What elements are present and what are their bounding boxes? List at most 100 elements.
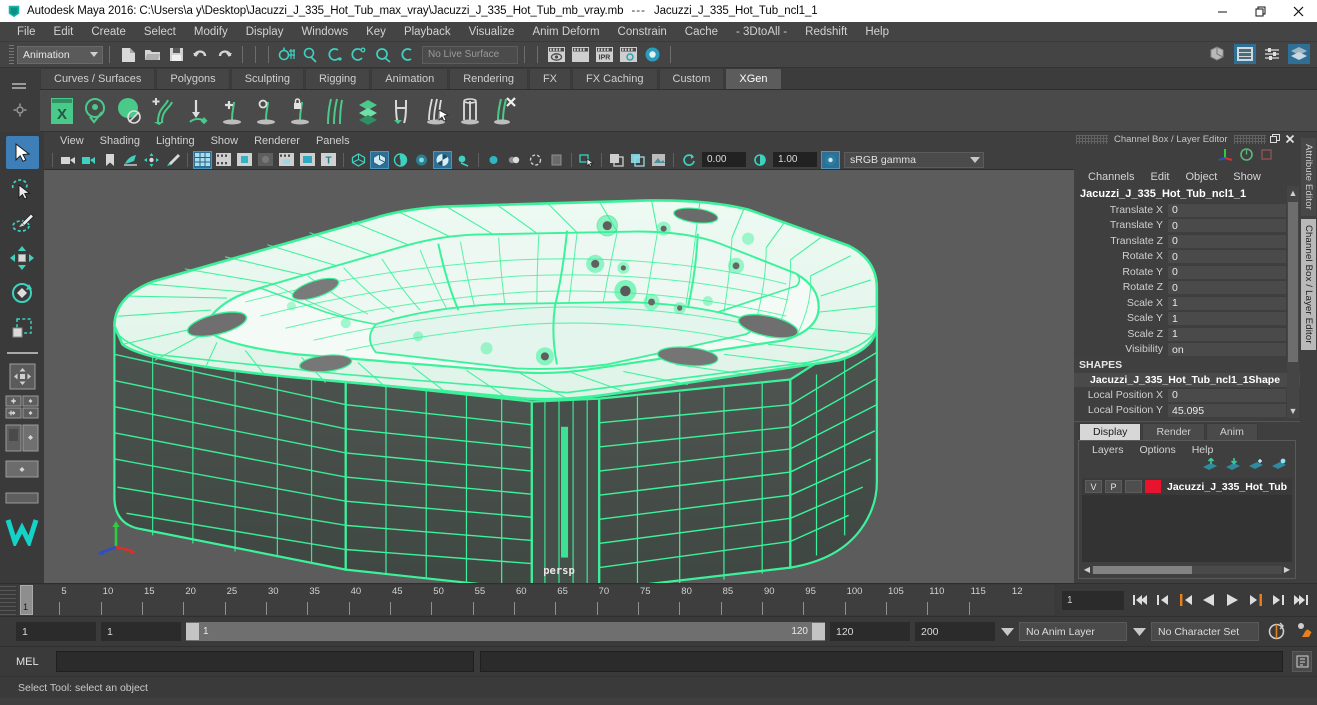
current-time-indicator[interactable]: 1	[20, 585, 33, 615]
redo-icon[interactable]	[213, 45, 235, 65]
menuset-selector[interactable]: Animation	[17, 45, 103, 64]
new-scene-icon[interactable]	[117, 45, 139, 65]
time-slider-grip[interactable]	[0, 584, 16, 616]
toggle-safe-action-icon[interactable]	[298, 151, 317, 169]
layout-single-persp[interactable]	[5, 456, 39, 482]
snap-to-view-plane-icon[interactable]	[372, 45, 394, 65]
toggle-text-overlay-icon[interactable]: T	[319, 151, 338, 169]
color-management-toggle-icon[interactable]	[821, 150, 840, 169]
xgen-hair-circle-icon[interactable]	[249, 93, 283, 129]
play-forwards-button[interactable]	[1222, 588, 1242, 612]
viewport-3d-canvas[interactable]: persp	[44, 170, 1074, 583]
xgen-add-groom-icon[interactable]	[147, 93, 181, 129]
scroll-track[interactable]	[1092, 565, 1282, 574]
select-camera-icon[interactable]	[58, 151, 77, 169]
menu-redshift[interactable]: Redshift	[796, 24, 856, 40]
layout-outliner-persp[interactable]	[5, 423, 39, 453]
menu-cache[interactable]: Cache	[676, 24, 727, 40]
anim-layer-dropdown-icon[interactable]	[1000, 627, 1014, 636]
menu-modify[interactable]: Modify	[185, 24, 237, 40]
xray-joints-icon[interactable]	[628, 151, 647, 169]
snap-to-curve-icon[interactable]	[300, 45, 322, 65]
shelf-tab-fx[interactable]: FX	[528, 68, 572, 89]
manipulator-rotate-icon[interactable]	[1239, 147, 1254, 167]
save-scene-icon[interactable]	[165, 45, 187, 65]
xgen-select-guides-icon[interactable]	[419, 93, 453, 129]
channel-value[interactable]: 0	[1168, 387, 1286, 402]
menu-select[interactable]: Select	[135, 24, 185, 40]
show-hide-tool-settings-icon[interactable]	[1261, 44, 1283, 64]
tool-paint-select[interactable]	[6, 206, 39, 239]
xgen-layers-icon[interactable]	[351, 93, 385, 129]
statusline-grip[interactable]	[9, 45, 14, 64]
tool-select[interactable]	[5, 136, 39, 169]
list-item[interactable]: V P Jacuzzi_J_335_Hot_Tub	[1082, 478, 1292, 495]
tab-display-layers[interactable]: Display	[1079, 423, 1142, 440]
live-surface-field[interactable]: No Live Surface	[422, 45, 518, 64]
toggle-film-gate-icon[interactable]	[214, 151, 233, 169]
range-end-handle[interactable]	[812, 623, 825, 640]
tool-rotate[interactable]	[6, 276, 39, 309]
character-set-dropdown-icon[interactable]	[1132, 627, 1146, 636]
go-to-start-button[interactable]	[1130, 588, 1150, 612]
channel-value[interactable]: 1	[1168, 311, 1286, 326]
tool-lasso-select[interactable]	[6, 171, 39, 204]
close-panel-icon[interactable]	[1284, 133, 1296, 145]
shelf-tab-custom[interactable]: Custom	[658, 68, 725, 89]
camera-attributes-icon[interactable]	[79, 151, 98, 169]
playback-end-field[interactable]: 120	[830, 622, 910, 641]
xgen-clump-icon[interactable]	[385, 93, 419, 129]
layer-menu-layers[interactable]: Layers	[1084, 444, 1132, 456]
layer-visibility-toggle[interactable]: V	[1085, 480, 1102, 493]
undo-icon[interactable]	[189, 45, 211, 65]
bookmark-icon[interactable]	[100, 151, 119, 169]
shelf-options-gear-icon[interactable]	[13, 103, 27, 122]
layer-menu-options[interactable]: Options	[1132, 444, 1184, 456]
channel-value[interactable]: 0	[1168, 202, 1286, 217]
screen-space-ao-icon[interactable]	[484, 151, 503, 169]
channel-value[interactable]: 0	[1168, 249, 1286, 264]
channel-value[interactable]: 0	[1168, 233, 1286, 248]
xgen-hair-lock-icon[interactable]	[283, 93, 317, 129]
snap-to-grid-icon[interactable]	[276, 45, 298, 65]
depth-of-field-icon[interactable]	[547, 151, 566, 169]
mel-label[interactable]: MEL	[16, 656, 50, 668]
layout-extra[interactable]	[5, 485, 39, 511]
viewport-menu-show[interactable]: Show	[203, 134, 247, 148]
layer-list-hscrollbar[interactable]: ◀ ▶	[1082, 564, 1292, 575]
viewport-menu-view[interactable]: View	[52, 134, 92, 148]
toggle-gate-mask-icon[interactable]	[256, 151, 275, 169]
tool-move[interactable]	[6, 241, 39, 274]
character-set-select[interactable]: No Character Set	[1151, 622, 1259, 641]
grease-pencil-icon[interactable]	[163, 151, 182, 169]
menu-anim-deform[interactable]: Anim Deform	[523, 24, 608, 40]
play-backwards-button[interactable]	[1199, 588, 1219, 612]
xray-icon[interactable]	[607, 151, 626, 169]
menu-help[interactable]: Help	[856, 24, 898, 40]
vtab-attribute-editor[interactable]: Attribute Editor	[1301, 138, 1316, 217]
menu-display[interactable]: Display	[237, 24, 293, 40]
panel-grip-right[interactable]	[1233, 134, 1266, 144]
motion-blur-icon[interactable]	[505, 151, 524, 169]
viewport-menu-shading[interactable]: Shading	[92, 134, 148, 148]
minimize-button[interactable]	[1203, 0, 1241, 22]
layer-playback-toggle[interactable]: P	[1105, 480, 1122, 493]
panel-grip-left[interactable]	[1076, 134, 1108, 144]
shelf-tab-fx-caching[interactable]: FX Caching	[572, 68, 658, 89]
tool-last-used[interactable]	[5, 361, 39, 391]
layer-color-swatch[interactable]	[1145, 480, 1161, 493]
current-frame-field[interactable]: 1	[1062, 590, 1124, 610]
redo-render-icon[interactable]	[569, 45, 591, 65]
gamma-reset-icon[interactable]	[750, 151, 769, 169]
shelf-tab-animation[interactable]: Animation	[371, 68, 449, 89]
menu-file[interactable]: File	[8, 24, 45, 40]
script-editor-icon[interactable]	[1292, 651, 1312, 672]
anim-layer-select[interactable]: No Anim Layer	[1019, 622, 1127, 641]
shelf-tab-rigging[interactable]: Rigging	[304, 68, 371, 89]
scroll-right-arrow-icon[interactable]: ▶	[1282, 565, 1292, 574]
xgen-editor-icon[interactable]: X	[45, 93, 79, 129]
anim-end-field[interactable]: 200	[915, 622, 995, 641]
create-layer-from-selected-icon[interactable]	[1271, 458, 1287, 476]
color-profile-select[interactable]: sRGB gamma	[844, 151, 984, 168]
channelbox-shape-name[interactable]: Jacuzzi_J_335_Hot_Tub_ncl1_1Shape	[1074, 373, 1300, 387]
